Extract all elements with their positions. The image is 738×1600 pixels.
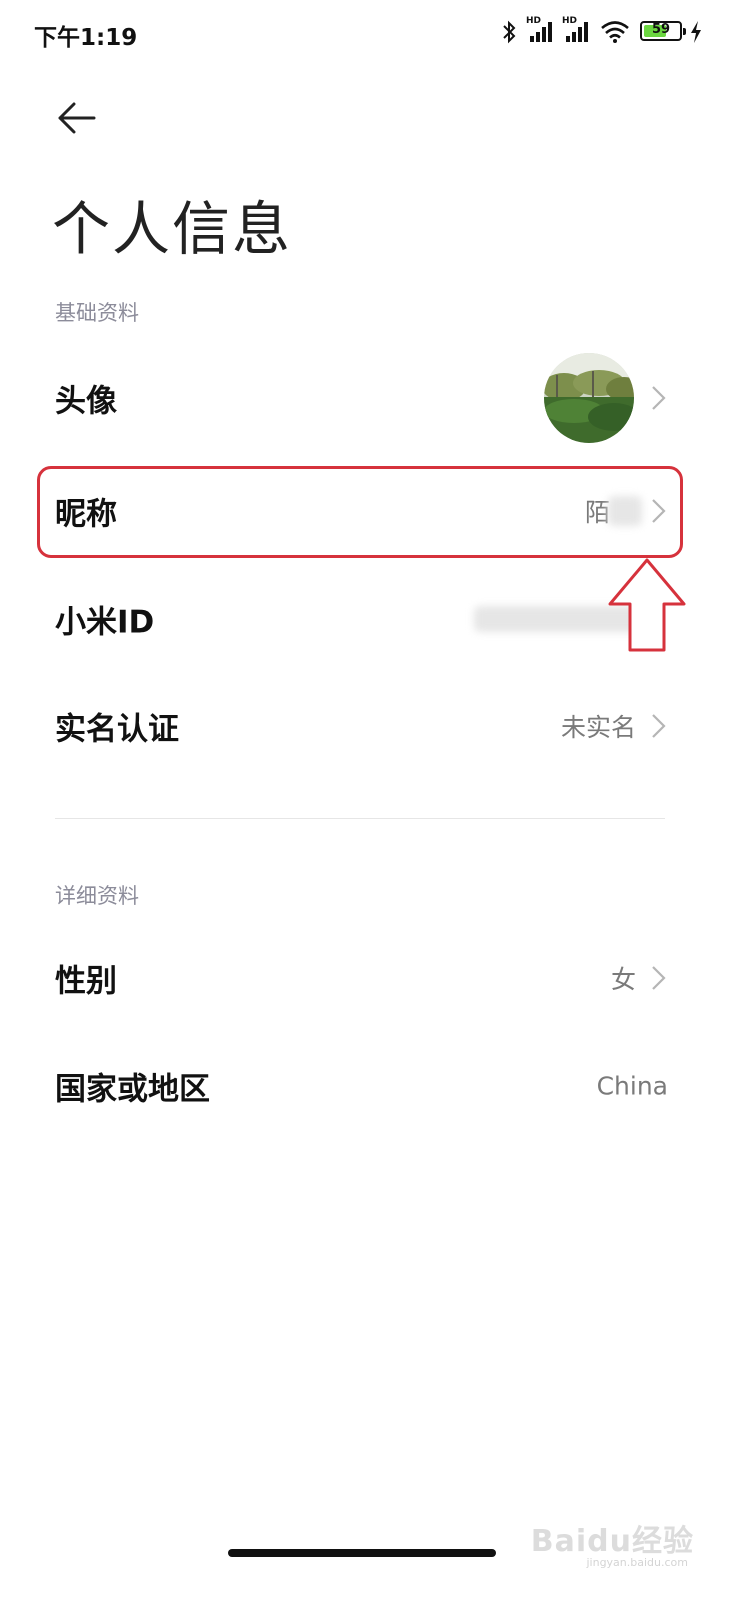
row-value-real-name: 未实名 [560,713,636,742]
watermark: Baidu经验 [530,1524,694,1559]
battery-percent: 59 [651,22,671,37]
row-gender[interactable]: 性别 女 [0,926,738,1030]
avatar [544,353,634,443]
up-arrow-annotation-icon [608,558,686,652]
highlight-box [37,466,683,558]
charging-icon [691,21,701,43]
row-label-gender: 性别 [55,963,117,1000]
status-bar: 下午1:19 HD HD 59 [0,0,738,64]
section-label-basic: 基础资料 [55,301,139,325]
row-value-gender: 女 [610,965,636,994]
home-indicator[interactable] [228,1549,496,1557]
back-arrow-icon [58,102,96,134]
bluetooth-icon [503,20,516,44]
row-avatar[interactable]: 头像 [0,346,738,450]
row-real-name[interactable]: 实名认证 未实名 [0,674,738,778]
row-country[interactable]: 国家或地区 China [0,1034,738,1138]
status-time: 下午1:19 [34,25,138,51]
chevron-right-icon [652,966,666,990]
chevron-right-icon [652,386,666,410]
row-label-avatar: 头像 [55,383,117,420]
signal-icon: HD [526,16,554,44]
battery-nub [683,28,686,35]
watermark-url: jingyan.baidu.com [586,1556,688,1569]
row-label-country: 国家或地区 [55,1071,210,1108]
row-label-xiaomi-id: 小米ID [55,604,155,641]
battery-icon: 59 [640,21,686,41]
status-icons: HD HD 59 [502,16,702,48]
wifi-icon [601,21,629,43]
back-button[interactable] [52,96,104,140]
row-value-country: China [596,1071,668,1101]
page-title: 个人信息 [52,195,293,263]
chevron-right-icon [652,714,666,738]
row-label-real-name: 实名认证 [55,711,179,748]
section-label-detail: 详细资料 [55,884,139,908]
signal-icon-2: HD [562,16,590,44]
section-divider [55,818,665,819]
